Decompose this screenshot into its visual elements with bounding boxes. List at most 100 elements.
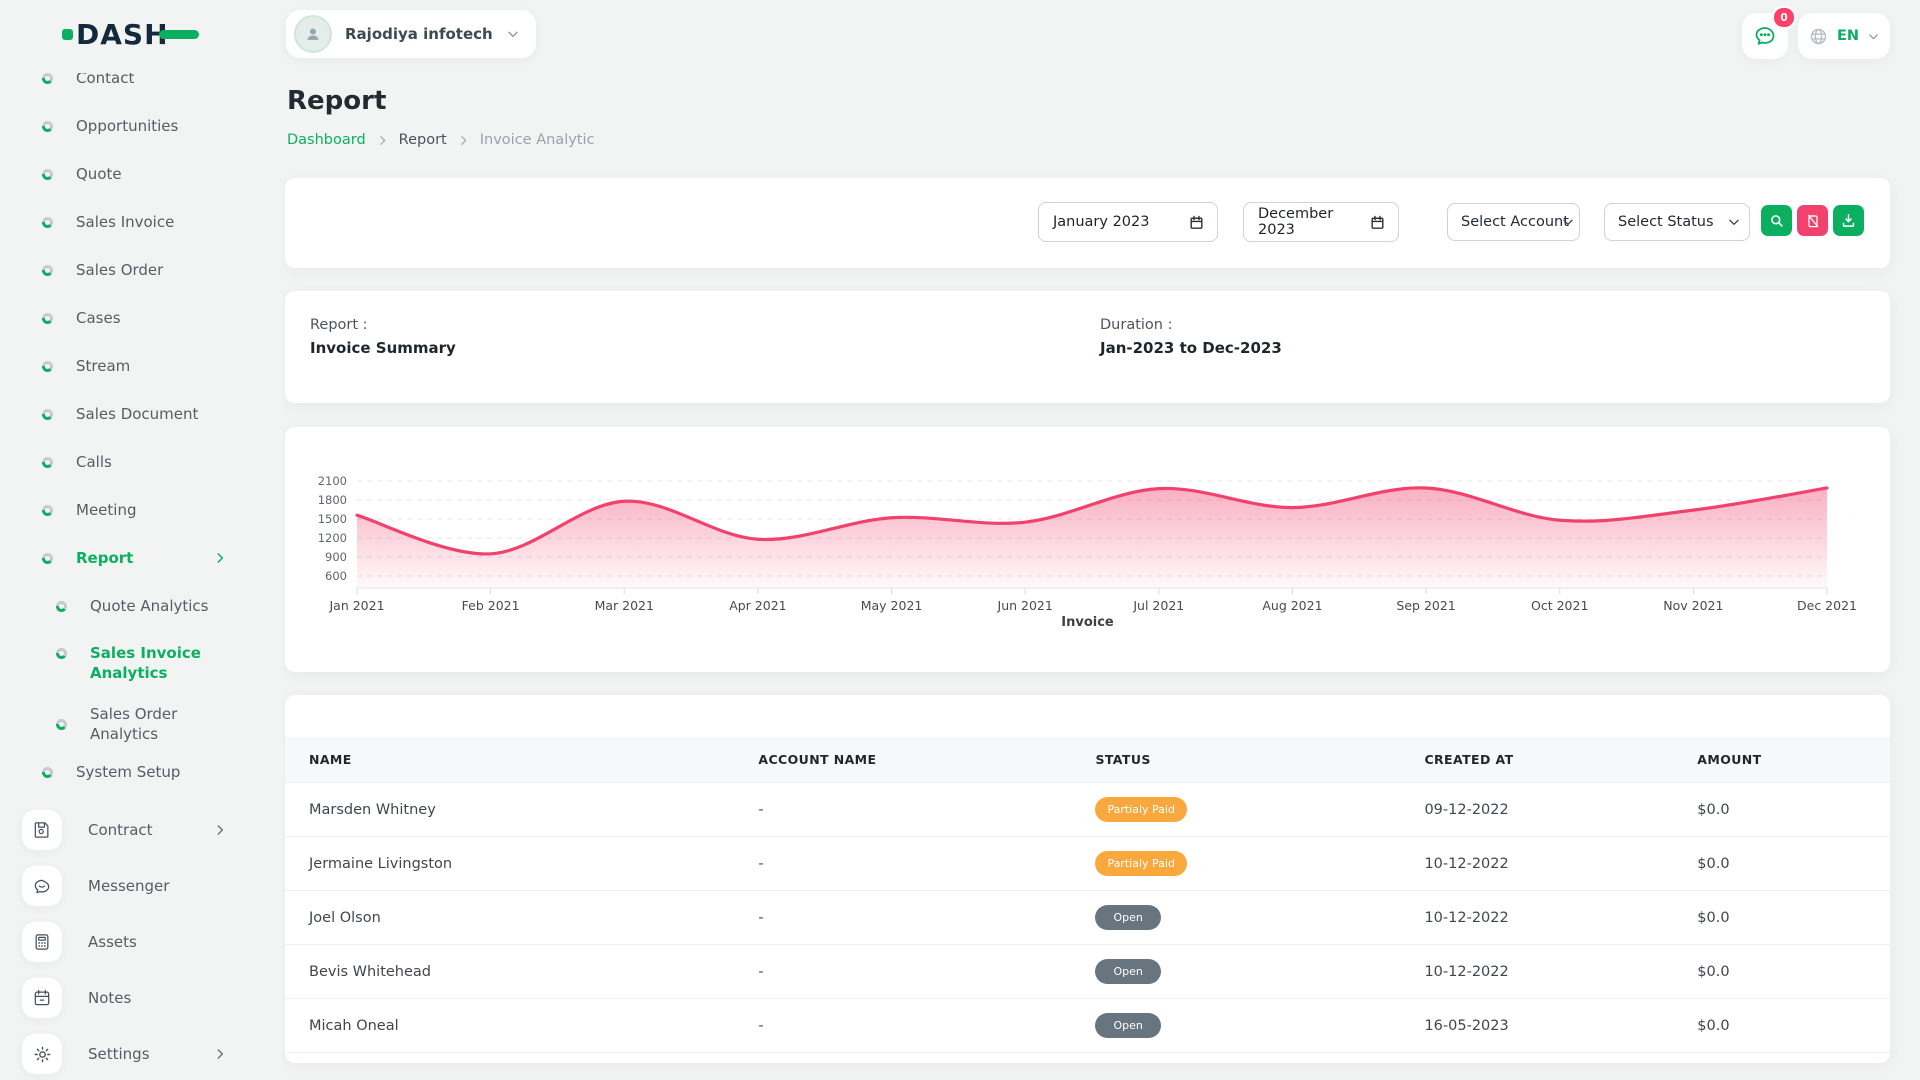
status-select-value: Select Status — [1618, 214, 1714, 230]
sidebar-item-settings[interactable]: Settings — [22, 1026, 227, 1080]
calendar-icon[interactable] — [1188, 214, 1205, 231]
chart-legend: Invoice — [285, 615, 1890, 630]
sidebar-bottom-section: ContractMessengerAssetsNotesSettings — [42, 802, 283, 1080]
x-axis-label: Aug 2021 — [1262, 598, 1322, 613]
download-button[interactable] — [1833, 205, 1864, 236]
sidebar-item-stream[interactable]: Stream — [42, 342, 283, 390]
table-row[interactable]: Micah Oneal-Open16-05-2023$0.0 — [285, 999, 1890, 1053]
logo-dash-icon — [159, 30, 199, 39]
x-axis-label: Nov 2021 — [1663, 598, 1723, 613]
account-select[interactable]: Select Account — [1447, 203, 1580, 241]
calendar-icon[interactable] — [1369, 214, 1386, 231]
cell-status: Partialy Paid — [1071, 783, 1400, 837]
language-code: EN — [1837, 28, 1859, 44]
sidebar-item-label: Sales Invoice — [76, 213, 174, 231]
cell-account-name: - — [734, 945, 1071, 999]
chat-bubble-icon — [1753, 24, 1777, 48]
sidebar-item-sales-document[interactable]: Sales Document — [42, 390, 283, 438]
sidebar-item-opportunities[interactable]: Opportunities — [42, 102, 283, 150]
cell-name: Bevis Whitehead — [285, 945, 734, 999]
sidebar-item-calls[interactable]: Calls — [42, 438, 283, 486]
table-row[interactable]: Jermaine Livingston-Partialy Paid10-12-2… — [285, 837, 1890, 891]
chevron-down-icon — [1561, 215, 1575, 229]
sidebar-item-label: Sales Document — [76, 405, 198, 423]
sidebar-item-label: Cases — [76, 309, 121, 327]
sidebar-item-quote[interactable]: Quote — [42, 150, 283, 198]
sidebar-item-sales-order[interactable]: Sales Order — [42, 246, 283, 294]
status-select[interactable]: Select Status — [1604, 203, 1750, 241]
sidebar-item-label: Quote — [76, 165, 122, 183]
menu-bullet-icon — [56, 648, 67, 659]
chevron-right-icon — [213, 1047, 227, 1061]
menu-bullet-icon — [42, 121, 53, 132]
cell-name: Micah Oneal — [285, 999, 734, 1053]
app-logo[interactable]: DASH — [62, 16, 169, 52]
menu-bullet-icon — [42, 409, 53, 420]
start-date-input[interactable]: January 2023 — [1038, 202, 1218, 242]
sidebar-item-report[interactable]: Report — [42, 534, 283, 582]
y-axis-label: 1800 — [318, 493, 347, 507]
table-row[interactable]: Bevis Whitehead-Open10-12-2022$0.0 — [285, 945, 1890, 999]
chevron-right-icon — [376, 134, 389, 147]
sidebar-item-contact[interactable]: Contact — [42, 73, 283, 102]
sidebar-item-assets[interactable]: Assets — [22, 914, 227, 970]
sidebar-item-label: Meeting — [76, 501, 136, 519]
cell-name: Jermaine Livingston — [285, 837, 734, 891]
x-axis-label: Dec 2021 — [1797, 598, 1857, 613]
language-selector[interactable]: EN — [1798, 13, 1890, 59]
sidebar-item-label: Report — [76, 549, 133, 567]
breadcrumb-dashboard[interactable]: Dashboard — [287, 132, 366, 148]
cell-account-name: - — [734, 891, 1071, 945]
sidebar-item-notes[interactable]: Notes — [22, 970, 227, 1026]
sidebar-item-cases[interactable]: Cases — [42, 294, 283, 342]
sidebar-item-sales-invoice-analytics[interactable]: Sales Invoice Analytics — [42, 630, 283, 700]
column-header-account-name: ACCOUNT NAME — [734, 737, 1071, 783]
x-axis-label: Jun 2021 — [997, 598, 1053, 613]
sidebar-menu: ContactOpportunities Quote Sales Invoice Sa… — [0, 73, 283, 1080]
cell-account-name: - — [734, 783, 1071, 837]
invoice-area-chart[interactable]: 2100180015001200900600Jan 2021Feb 2021Ma… — [297, 467, 1857, 623]
cell-created-at: 10-12-2022 — [1400, 945, 1673, 999]
company-selector[interactable]: Rajodiya infotech — [286, 10, 536, 58]
reset-filter-button[interactable] — [1797, 205, 1828, 236]
end-date-input[interactable]: December 2023 — [1243, 202, 1399, 242]
cell-amount: $0.0 — [1673, 783, 1890, 837]
table-row[interactable]: Joel Olson-Open10-12-2022$0.0 — [285, 891, 1890, 945]
report-value: Invoice Summary — [310, 339, 456, 357]
notification-badge: 0 — [1772, 6, 1796, 29]
filter-card: January 2023 December 2023 Select Accoun… — [285, 178, 1890, 268]
status-badge: Open — [1095, 905, 1160, 930]
clipboard-slash-icon — [1805, 213, 1821, 229]
x-axis-label: Jul 2021 — [1132, 598, 1184, 613]
cell-name: Joel Olson — [285, 891, 734, 945]
menu-bullet-icon — [42, 457, 53, 468]
table-row[interactable]: Marsden Whitney-Partialy Paid09-12-2022$… — [285, 783, 1890, 837]
sidebar-item-system-setup[interactable]: System Setup — [42, 748, 283, 796]
cell-amount: $0.0 — [1673, 837, 1890, 891]
x-axis-label: Jan 2021 — [328, 598, 384, 613]
sidebar-item-meeting[interactable]: Meeting — [42, 486, 283, 534]
search-button[interactable] — [1761, 205, 1792, 236]
sidebar-item-sales-order-analytics[interactable]: Sales Order Analytics — [42, 700, 283, 748]
notes-calendar-icon — [22, 978, 62, 1018]
sidebar-item-messenger[interactable]: Messenger — [22, 858, 227, 914]
cell-status: Open — [1071, 999, 1400, 1053]
assets-calculator-icon — [22, 922, 62, 962]
sidebar-item-quote-analytics[interactable]: Quote Analytics — [42, 582, 283, 630]
sidebar-item-contract[interactable]: Contract — [22, 802, 227, 858]
settings-gear-icon — [22, 1034, 62, 1074]
sidebar-item-label: Sales Invoice Analytics — [90, 643, 227, 684]
cell-status: Open — [1071, 891, 1400, 945]
sidebar-item-label: Sales Order — [76, 261, 163, 279]
globe-icon — [1808, 26, 1829, 47]
table-header-row: NAMEACCOUNT NAMESTATUSCREATED ATAMOUNT — [285, 737, 1890, 783]
cell-name: Marsden Whitney — [285, 783, 734, 837]
y-axis-label: 600 — [325, 569, 347, 583]
x-axis-label: Oct 2021 — [1531, 598, 1588, 613]
messenger-button[interactable]: 0 — [1742, 13, 1788, 59]
cell-account-name: - — [734, 999, 1071, 1053]
sidebar: DASH ContactOpportunities Quote Sales Invo… — [0, 0, 283, 1080]
breadcrumb-report[interactable]: Report — [399, 132, 447, 148]
sidebar-item-label: Settings — [88, 1045, 150, 1063]
sidebar-item-sales-invoice[interactable]: Sales Invoice — [42, 198, 283, 246]
